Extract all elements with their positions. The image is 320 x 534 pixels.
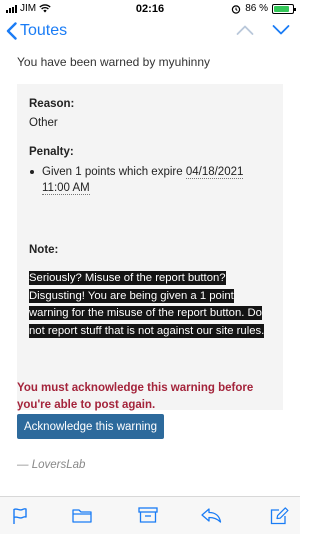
- note-label: Note:: [29, 244, 59, 256]
- penalty-label: Penalty:: [29, 146, 74, 158]
- alarm-icon: [232, 4, 241, 14]
- penalty-text: Given 1 points which expire: [42, 166, 186, 178]
- mail-toolbar: [0, 496, 300, 534]
- archive-icon[interactable]: [138, 507, 158, 523]
- reason-value: Other: [29, 117, 58, 129]
- battery-percent: 86 %: [245, 3, 268, 14]
- chevron-up-icon[interactable]: [236, 24, 254, 36]
- reason-label: Reason:: [29, 98, 75, 110]
- site-signature: — LoversLab: [17, 459, 86, 471]
- status-right: 86 %: [231, 3, 296, 14]
- reply-icon[interactable]: [200, 507, 222, 523]
- note-highlighted-text: Seriously? Misuse of the report button? …: [29, 271, 265, 338]
- back-label: Toutes: [20, 22, 68, 39]
- status-bar: JIM 02:16 86 %: [0, 0, 300, 18]
- battery-icon: [272, 3, 296, 14]
- flag-icon[interactable]: [12, 507, 28, 525]
- folder-icon[interactable]: [72, 507, 92, 523]
- back-button[interactable]: Toutes: [6, 22, 67, 40]
- acknowledge-warning-button[interactable]: Acknowledge this warning: [17, 414, 164, 439]
- message-nav: [236, 24, 290, 36]
- warned-by-text: You have been warned by myuhinny: [17, 55, 211, 69]
- chevron-down-icon[interactable]: [272, 24, 290, 36]
- warning-details-box: Reason: Other Penalty: Given 1 points wh…: [17, 84, 283, 410]
- penalty-item: Given 1 points which expire 04/18/2021 1…: [29, 164, 269, 196]
- compose-icon[interactable]: [270, 507, 289, 525]
- chevron-left-icon: [6, 22, 17, 40]
- acknowledge-notice: You must acknowledge this warning before…: [17, 382, 254, 411]
- message-body: You have been warned by myuhinny Reason:…: [0, 48, 300, 496]
- note-text: Seriously? Misuse of the report button? …: [29, 270, 273, 340]
- navbar: Toutes: [0, 18, 300, 48]
- battery-fill: [274, 5, 290, 12]
